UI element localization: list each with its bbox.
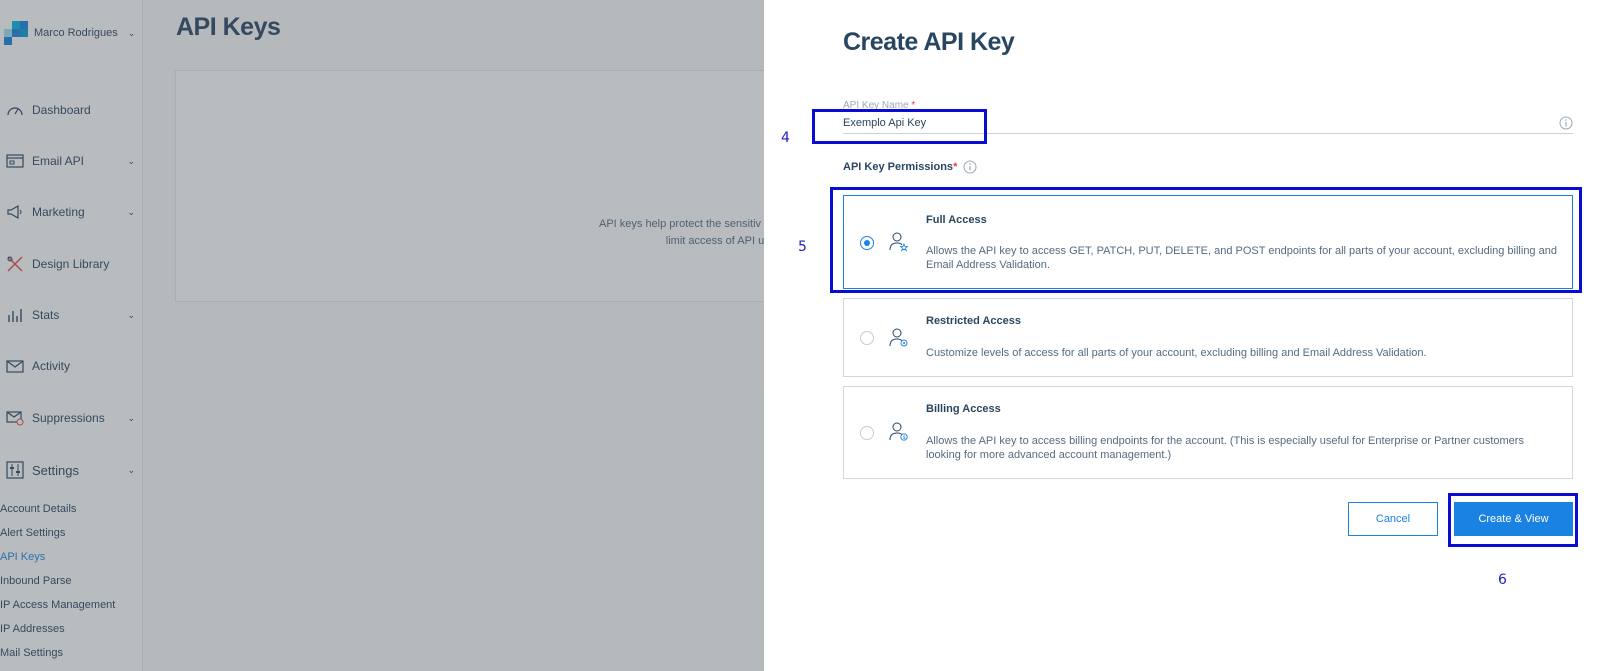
annotation-box-4 xyxy=(812,109,987,144)
info-icon[interactable] xyxy=(1559,116,1573,130)
radio-billing-access[interactable] xyxy=(860,426,874,440)
annotation-number-6: 6 xyxy=(1498,572,1507,588)
user-gear-icon xyxy=(889,328,908,347)
annotation-box-5 xyxy=(830,187,1582,293)
permissions-label-text: API Key Permissions xyxy=(843,161,954,173)
drawer-title: Create API Key xyxy=(843,28,1015,56)
option-restricted-access[interactable]: Restricted Access Customize levels of ac… xyxy=(843,298,1573,377)
annotation-box-6 xyxy=(1448,493,1578,547)
info-icon[interactable] xyxy=(963,160,977,174)
option-title: Restricted Access xyxy=(926,315,1021,327)
svg-text:$: $ xyxy=(903,435,906,441)
radio-restricted-access[interactable] xyxy=(860,331,874,345)
cancel-button[interactable]: Cancel xyxy=(1348,502,1438,536)
modal-backdrop[interactable] xyxy=(0,0,764,671)
option-title: Billing Access xyxy=(926,403,1001,415)
required-mark: * xyxy=(953,161,958,173)
option-description: Allows the API key to access billing end… xyxy=(926,435,1524,461)
option-billing-access[interactable]: $ Billing Access Allows the API key to a… xyxy=(843,386,1573,479)
user-dollar-icon: $ xyxy=(889,422,908,441)
option-description: Customize levels of access for all parts… xyxy=(926,347,1427,359)
annotation-number-4: 4 xyxy=(781,130,790,146)
annotation-number-5: 5 xyxy=(798,239,807,255)
permissions-label: API Key Permissions* xyxy=(843,161,957,173)
